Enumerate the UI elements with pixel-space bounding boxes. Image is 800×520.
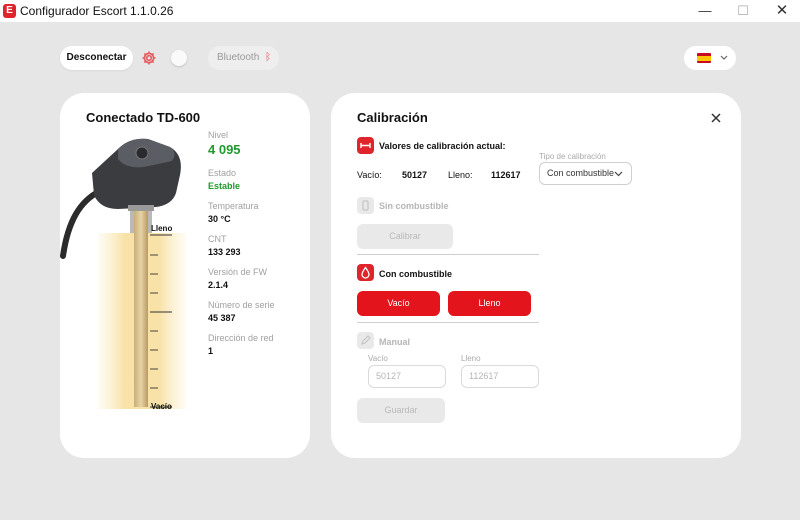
disconnect-button[interactable]: Desconectar	[60, 46, 133, 70]
info-value: Estable	[208, 181, 241, 191]
info-label: Temperatura	[208, 201, 259, 211]
edit-icon	[357, 332, 374, 349]
device-title: Conectado TD-600	[86, 110, 201, 125]
tank-empty-icon	[357, 197, 374, 214]
lleno-button[interactable]: Lleno	[448, 291, 531, 316]
info-value: 45 387	[208, 313, 236, 323]
current-lleno-label: Lleno:	[448, 170, 473, 180]
info-status: Estado Estable	[208, 168, 240, 191]
calibrate-button[interactable]: Calibrar	[357, 224, 453, 249]
vacio-button[interactable]: Vacío	[357, 291, 440, 316]
sin-combustible-title: Sin combustible	[379, 201, 449, 211]
info-serial-number: Número de serie 45 387	[208, 300, 275, 323]
scale-top-label: Lleno	[151, 224, 173, 233]
info-level: Nivel 4 095	[208, 130, 241, 157]
info-fw-version: Versión de FW 2.1.4	[208, 267, 267, 290]
manual-title: Manual	[379, 337, 411, 347]
chevron-down-icon	[720, 55, 728, 60]
info-label: CNT	[208, 234, 227, 244]
close-window-button[interactable]: ✕	[767, 2, 797, 20]
range-icon	[357, 137, 374, 154]
info-cnt: CNT 133 293	[208, 234, 241, 257]
info-label: Nivel	[208, 130, 229, 140]
info-value: 4 095	[208, 142, 241, 157]
con-combustible-title: Con combustible	[379, 269, 453, 279]
app-logo-icon: E	[3, 4, 16, 18]
info-temperature: Temperatura 30 °C	[208, 201, 259, 224]
gear-icon[interactable]	[141, 50, 157, 66]
fuel-drop-icon	[357, 264, 374, 281]
toggle-knob	[171, 50, 187, 66]
info-value: 133 293	[208, 247, 241, 257]
info-value: 30 °C	[208, 214, 231, 224]
language-select[interactable]	[684, 46, 736, 70]
manual-lleno-input[interactable]: 112617	[461, 365, 539, 388]
manual-vacio-label: Vacío	[368, 354, 388, 363]
bluetooth-icon: ᛒ	[265, 52, 271, 63]
divider	[357, 322, 539, 323]
info-value: 1	[208, 346, 214, 356]
calibration-type-label: Tipo de calibración	[539, 152, 606, 161]
fuel-sensor-illustration	[60, 138, 186, 409]
manual-lleno-label: Lleno	[461, 354, 481, 363]
device-card: Conectado TD-600 Lleno Vacío Nivel 4 095…	[60, 93, 310, 458]
divider	[357, 254, 539, 255]
calibration-type-value: Con combustible	[547, 168, 615, 178]
info-label: Dirección de red	[208, 333, 274, 343]
bluetooth-button[interactable]: Bluetooth ᛒ	[208, 46, 279, 70]
calibration-title: Calibración	[357, 110, 428, 125]
spain-flag-icon	[697, 53, 711, 63]
close-icon[interactable]	[711, 113, 721, 123]
window-title: Configurador Escort 1.1.0.26	[20, 4, 174, 18]
current-lleno-value: 112617	[491, 170, 521, 180]
minimize-button[interactable]: —	[690, 2, 720, 20]
info-network-address: Dirección de red 1	[208, 333, 274, 356]
bluetooth-label: Bluetooth	[217, 52, 260, 63]
calibration-type-select[interactable]: Con combustible	[539, 162, 632, 185]
chevron-down-icon	[614, 171, 623, 177]
current-values-title: Valores de calibración actual:	[379, 141, 506, 151]
title-bar: E Configurador Escort 1.1.0.26 — ☐ ✕	[0, 0, 800, 22]
manual-vacio-input[interactable]: 50127	[368, 365, 446, 388]
toggle-switch[interactable]	[168, 48, 194, 68]
scale-bottom-label: Vacío	[151, 402, 172, 411]
info-value: 2.1.4	[208, 280, 229, 290]
save-button[interactable]: Guardar	[357, 398, 445, 423]
info-label: Estado	[208, 168, 237, 178]
info-label: Versión de FW	[208, 267, 268, 277]
calibration-card: Calibración Valores de calibración actua…	[331, 93, 741, 458]
info-label: Número de serie	[208, 300, 275, 310]
current-vacio-value: 50127	[402, 170, 428, 180]
maximize-button[interactable]: ☐	[728, 2, 758, 20]
current-vacio-label: Vacío:	[357, 170, 382, 180]
